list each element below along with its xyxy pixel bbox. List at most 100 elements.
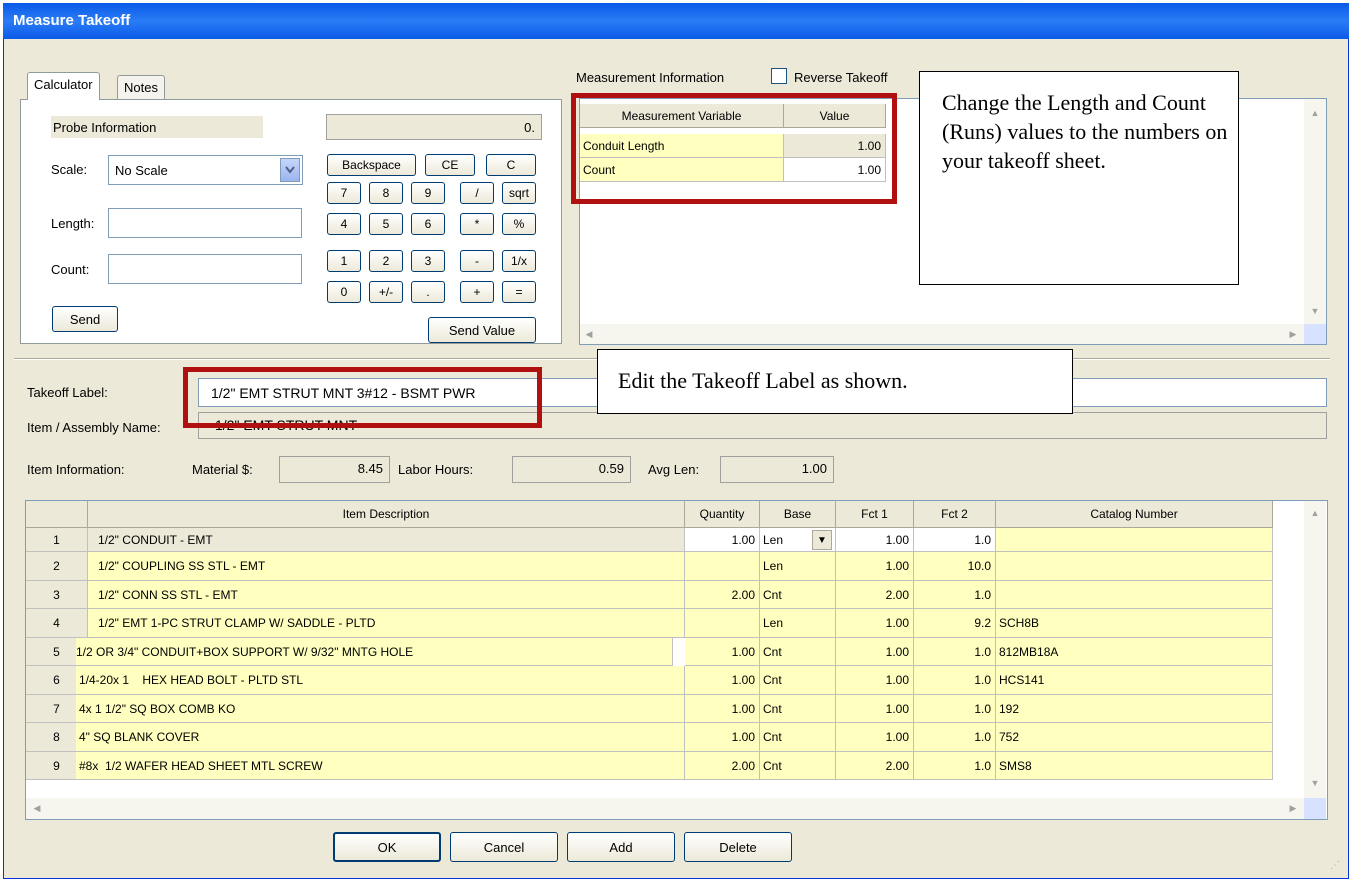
key-1[interactable]: 1 (327, 250, 361, 272)
fct2-cell[interactable]: 9.2 (914, 609, 996, 638)
items-vertical-scrollbar[interactable] (1304, 501, 1326, 798)
key-7[interactable]: 7 (327, 182, 361, 204)
quantity-cell[interactable]: 1.00 (685, 666, 760, 695)
count-input[interactable] (108, 254, 302, 284)
measurement-vertical-scrollbar[interactable] (1304, 99, 1326, 324)
fct2-cell[interactable]: 1.0 (914, 528, 996, 552)
triangle-down-icon[interactable]: ▼ (812, 530, 832, 550)
key-divide[interactable]: / (460, 182, 494, 204)
catalog-number-cell[interactable]: SCH8B (996, 609, 1273, 638)
fct1-cell[interactable]: 1.00 (836, 552, 914, 581)
fct1-cell[interactable]: 2.00 (836, 581, 914, 609)
scroll-right-icon[interactable]: ▶ (1286, 801, 1300, 815)
send-button[interactable]: Send (52, 306, 118, 332)
item-description-cell[interactable]: 4" SQ BLANK COVER (76, 723, 685, 752)
fct1-cell[interactable]: 1.00 (836, 609, 914, 638)
base-cell[interactable]: Cnt (760, 638, 836, 666)
chevron-down-icon[interactable] (280, 158, 300, 182)
fct2-cell[interactable]: 1.0 (914, 581, 996, 609)
key-3[interactable]: 3 (411, 250, 445, 272)
measurement-horizontal-scrollbar[interactable] (580, 324, 1304, 344)
catalog-number-cell[interactable] (996, 552, 1273, 581)
tab-calculator[interactable]: Calculator (27, 72, 100, 100)
cancel-button[interactable]: Cancel (450, 832, 558, 862)
fct1-cell[interactable]: 1.00 (836, 528, 914, 552)
items-horizontal-scrollbar[interactable] (26, 798, 1304, 819)
catalog-number-cell[interactable]: 192 (996, 695, 1273, 723)
quantity-cell[interactable] (685, 609, 760, 638)
key-sqrt[interactable]: sqrt (502, 182, 536, 204)
key-2[interactable]: 2 (369, 250, 403, 272)
base-cell[interactable]: Len (760, 552, 836, 581)
item-description-cell[interactable]: 1/2" CONDUIT - EMT (88, 528, 685, 552)
catalog-number-cell[interactable] (996, 581, 1273, 609)
scroll-right-icon[interactable]: ▶ (1286, 327, 1300, 341)
quantity-cell[interactable] (685, 552, 760, 581)
catalog-number-cell[interactable]: 752 (996, 723, 1273, 752)
base-cell[interactable]: Len (760, 609, 836, 638)
catalog-number-cell[interactable]: HCS141 (996, 666, 1273, 695)
key-4[interactable]: 4 (327, 213, 361, 235)
quantity-cell[interactable]: 1.00 (685, 695, 760, 723)
catalog-number-cell[interactable]: SMS8 (996, 752, 1273, 780)
fct2-cell[interactable]: 1.0 (914, 695, 996, 723)
key-sign[interactable]: +/- (369, 281, 403, 303)
key-9[interactable]: 9 (411, 182, 445, 204)
quantity-cell[interactable]: 1.00 (685, 638, 760, 666)
delete-button[interactable]: Delete (684, 832, 792, 862)
send-value-button[interactable]: Send Value (428, 317, 536, 343)
key-0[interactable]: 0 (327, 281, 361, 303)
key-decimal[interactable]: . (411, 281, 445, 303)
key-6[interactable]: 6 (411, 213, 445, 235)
key-8[interactable]: 8 (369, 182, 403, 204)
key-add[interactable]: + (460, 281, 494, 303)
scroll-up-icon[interactable]: ▲ (1304, 106, 1326, 120)
key-c[interactable]: C (486, 154, 536, 176)
scroll-left-icon[interactable]: ◀ (582, 327, 596, 341)
catalog-number-cell[interactable] (996, 528, 1273, 552)
item-description-cell[interactable]: 1/2" EMT 1-PC STRUT CLAMP W/ SADDLE - PL… (88, 609, 685, 638)
base-cell[interactable]: Cnt (760, 723, 836, 752)
tab-notes[interactable]: Notes (117, 75, 165, 100)
reverse-takeoff-checkbox[interactable] (771, 68, 787, 84)
key-percent[interactable]: % (502, 213, 536, 235)
quantity-cell[interactable]: 1.00 (685, 723, 760, 752)
scale-select[interactable]: No Scale (108, 155, 303, 185)
key-ce[interactable]: CE (425, 154, 475, 176)
key-subtract[interactable]: - (460, 250, 494, 272)
base-cell[interactable]: Cnt (760, 695, 836, 723)
fct2-cell[interactable]: 10.0 (914, 552, 996, 581)
catalog-number-cell[interactable]: 812MB18A (996, 638, 1273, 666)
fct1-cell[interactable]: 2.00 (836, 752, 914, 780)
key-equals[interactable]: = (502, 281, 536, 303)
quantity-cell[interactable]: 2.00 (685, 581, 760, 609)
quantity-cell[interactable]: 1.00 (685, 528, 760, 552)
item-description-cell[interactable]: 1/4-20x 1 HEX HEAD BOLT - PLTD STL (76, 666, 685, 695)
length-input[interactable] (108, 208, 302, 238)
scroll-up-icon[interactable]: ▲ (1304, 506, 1326, 520)
key-multiply[interactable]: * (460, 213, 494, 235)
add-button[interactable]: Add (567, 832, 675, 862)
base-cell[interactable]: Cnt (760, 752, 836, 780)
fct2-cell[interactable]: 1.0 (914, 723, 996, 752)
base-cell[interactable]: Cnt (760, 581, 836, 609)
fct2-cell[interactable]: 1.0 (914, 752, 996, 780)
item-description-cell[interactable]: #8x 1/2 WAFER HEAD SHEET MTL SCREW (76, 752, 685, 780)
ok-button[interactable]: OK (333, 832, 441, 862)
item-description-cell[interactable]: 1/2 OR 3/4" CONDUIT+BOX SUPPORT W/ 9/32"… (76, 638, 673, 666)
item-description-cell[interactable]: 1/2" COUPLING SS STL - EMT (88, 552, 685, 581)
fct1-cell[interactable]: 1.00 (836, 695, 914, 723)
key-5[interactable]: 5 (369, 213, 403, 235)
fct2-cell[interactable]: 1.0 (914, 666, 996, 695)
scroll-left-icon[interactable]: ◀ (30, 801, 44, 815)
fct1-cell[interactable]: 1.00 (836, 723, 914, 752)
quantity-cell[interactable]: 2.00 (685, 752, 760, 780)
resize-grip-icon[interactable]: ⋰ (1330, 860, 1344, 874)
scroll-down-icon[interactable]: ▼ (1304, 304, 1326, 318)
item-description-cell[interactable]: 4x 1 1/2" SQ BOX COMB KO (76, 695, 685, 723)
base-cell[interactable]: Cnt (760, 666, 836, 695)
scroll-down-icon[interactable]: ▼ (1304, 776, 1326, 790)
fct2-cell[interactable]: 1.0 (914, 638, 996, 666)
key-reciprocal[interactable]: 1/x (502, 250, 536, 272)
fct1-cell[interactable]: 1.00 (836, 638, 914, 666)
